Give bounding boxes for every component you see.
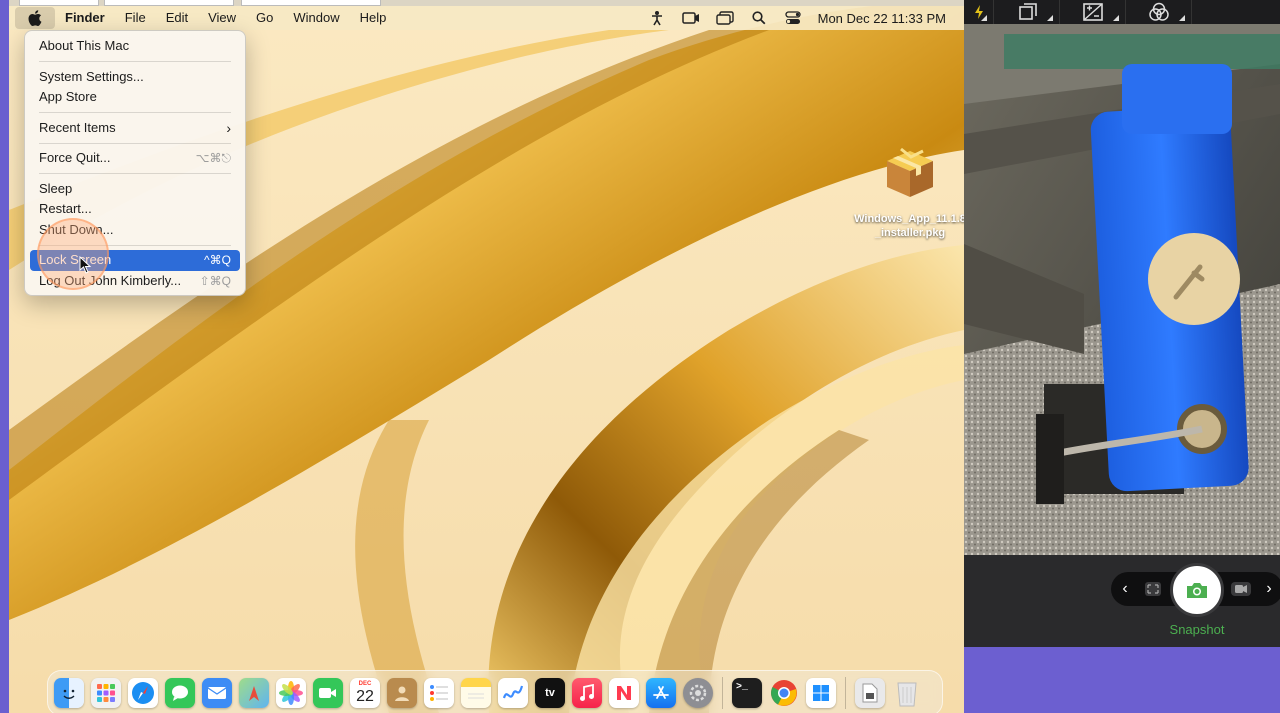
snapshot-button[interactable] [1170,563,1224,617]
calendar-month: DEC [358,681,372,687]
mac-desktop: Finder File Edit View Go Window Help Mon… [0,0,964,713]
dock-app-store-icon[interactable] [646,678,676,708]
menu-view[interactable]: View [198,6,246,30]
menu-item-log-out[interactable]: Log Out John Kimberly... ⇧⌘Q [30,271,240,292]
scan-document-icon[interactable] [1139,572,1167,606]
stage-manager-icon[interactable] [708,6,742,30]
video-camera-icon[interactable] [1227,572,1255,606]
dock-chrome-icon[interactable] [769,678,799,708]
dock-facetime-icon[interactable] [313,678,343,708]
menu-item-about-this-mac[interactable]: About This Mac [30,36,240,57]
menu-item-sleep[interactable]: Sleep [30,179,240,200]
menu-separator [39,112,231,113]
apple-menu-button[interactable] [15,7,55,29]
apple-dropdown-menu: About This Mac System Settings... App St… [24,30,246,296]
accessibility-icon[interactable] [640,6,674,30]
camera-panel: ‹ › [964,0,1280,713]
menu-separator [39,61,231,62]
chevron-left-icon[interactable]: ‹ [1111,572,1139,606]
spotlight-search-icon[interactable] [742,6,776,30]
menu-bar: Finder File Edit View Go Window Help Mon… [9,6,964,30]
menu-item-recent-items[interactable]: Recent Items › [30,118,240,139]
dock-notes-icon[interactable] [461,678,491,708]
camera-feed-image [964,24,1280,555]
dock-mail-icon[interactable] [202,678,232,708]
dock-apple-tv-icon[interactable]: tv [535,678,565,708]
lock-screen-shortcut: ^⌘Q [204,253,231,267]
menu-item-lock-screen[interactable]: Lock Screen ^⌘Q [30,250,240,271]
brightness-icon[interactable] [964,0,994,24]
dock-downloads-stack-icon[interactable] [855,678,885,708]
log-out-shortcut: ⇧⌘Q [199,273,231,288]
dock-calendar-icon[interactable]: DEC 22 [350,678,380,708]
dock-messages-icon[interactable] [165,678,195,708]
dock-safari-icon[interactable] [128,678,158,708]
dock-maps-icon[interactable] [239,678,269,708]
menu-file[interactable]: File [115,6,156,30]
menu-window[interactable]: Window [283,6,349,30]
menu-app-finder[interactable]: Finder [55,6,115,30]
chevron-right-icon: › [226,119,231,136]
rotate-crop-icon[interactable] [994,0,1060,24]
exposure-icon[interactable] [1060,0,1126,24]
menu-separator [39,244,231,246]
menu-separator [39,173,231,174]
menu-item-system-settings[interactable]: System Settings... [30,67,240,88]
dock-music-icon[interactable] [572,678,602,708]
force-quit-shortcut: ⌥⌘⎋ [195,151,231,165]
snapshot-label: Snapshot [1169,622,1225,637]
camera-icon [1187,583,1207,598]
dock-trash-icon[interactable] [892,678,922,708]
menu-item-restart[interactable]: Restart... [30,199,240,220]
chevron-right-icon[interactable]: › [1255,572,1280,606]
control-center-icon[interactable] [776,6,810,30]
dock: DEC 22 tv >_ [47,670,943,713]
package-installer-icon [887,147,933,197]
screen-record-icon[interactable] [674,6,708,30]
dock-freeform-icon[interactable] [498,678,528,708]
dock-reminders-icon[interactable] [424,678,454,708]
dock-system-settings-icon[interactable] [683,678,713,708]
dock-terminal-icon[interactable]: >_ [732,678,762,708]
dock-photos-icon[interactable] [276,678,306,708]
menu-item-app-store[interactable]: App Store [30,87,240,108]
apple-logo-icon [28,10,42,26]
desktop-file-pkg[interactable]: Windows_App_11.1.8_installer.pkg [854,145,964,240]
dock-separator [845,677,846,709]
mouse-pointer-icon [79,256,92,274]
panel-footer [964,647,1280,713]
dock-launchpad-icon[interactable] [91,678,121,708]
menu-item-shut-down[interactable]: Shut Down... [30,220,240,241]
dock-separator [722,677,723,709]
camera-toolbar [964,0,1280,24]
dock-contacts-icon[interactable] [387,678,417,708]
menu-edit[interactable]: Edit [156,6,198,30]
menubar-clock[interactable]: Mon Dec 22 11:33 PM [810,11,964,26]
dock-news-icon[interactable] [609,678,639,708]
menu-separator [39,142,231,144]
calendar-day: 22 [356,688,374,705]
menu-go[interactable]: Go [246,6,283,30]
desktop-file-name: Windows_App_11.1.8_installer.pkg [854,213,964,239]
dock-windows-app-icon[interactable] [806,678,836,708]
menu-help[interactable]: Help [350,6,397,30]
menu-item-force-quit[interactable]: Force Quit... ⌥⌘⎋ [30,148,240,169]
dock-finder-icon[interactable] [54,678,84,708]
color-filter-icon[interactable] [1126,0,1192,24]
